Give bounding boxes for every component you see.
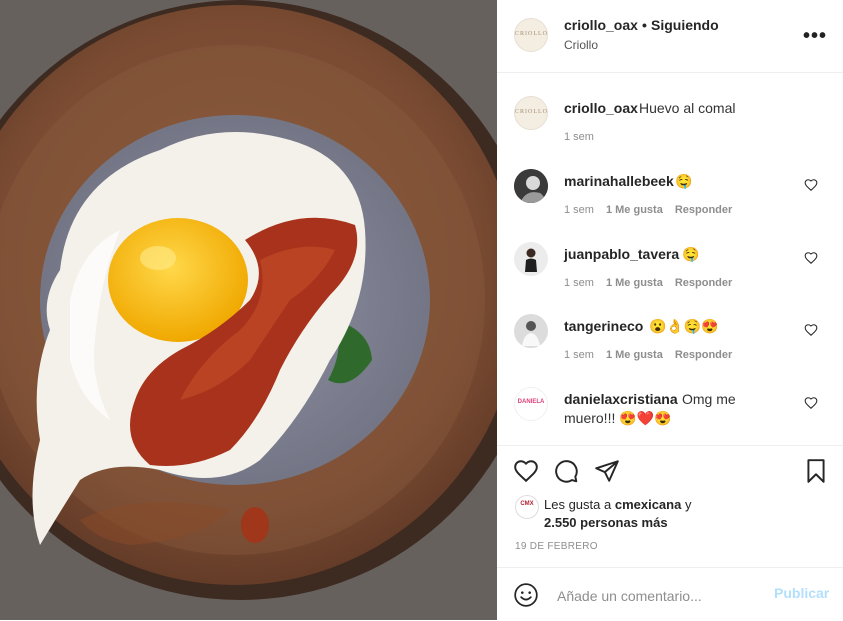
caption-text: Huevo al comal [639,100,736,116]
likes-suffix: y [684,497,692,512]
comment-like-heart-icon[interactable] [804,178,818,192]
post-sidebar: CRIOLLO criollo_oax • Siguiendo Criollo … [497,0,843,620]
caption-username[interactable]: criollo_oax [564,100,638,116]
reply-button[interactable]: Responder [675,204,732,216]
avatar-photo-icon [514,169,548,203]
comment-input[interactable] [555,584,754,608]
instagram-post-view: CRIOLLO criollo_oax • Siguiendo Criollo … [0,0,843,620]
comment-avatar-text: DANIELA [517,399,545,405]
publish-button[interactable]: Publicar [774,585,829,601]
comment-like-heart-icon[interactable] [804,251,818,265]
comment-text: 🤤 [675,173,693,189]
caption-avatar[interactable]: CRIOLLO [514,96,548,130]
comment-icon[interactable] [553,458,579,484]
comment-time[interactable]: 1 sem [564,204,594,216]
comment-meta: 1 sem 1 Me gusta Responder [564,204,732,216]
egg-on-tortilla-photo [0,0,497,620]
comment-meta: 1 sem 1 Me gusta Responder [564,349,732,361]
comment-avatar[interactable] [514,314,548,348]
comment-avatar[interactable] [514,169,548,203]
comment-avatar[interactable] [514,242,548,276]
avatar-photo-icon [514,314,548,348]
post-location[interactable]: Criollo [564,38,598,52]
comment-likes[interactable]: 1 Me gusta [606,349,663,361]
comment-time[interactable]: 1 sem [564,349,594,361]
liker-avatar-text: CMX [520,501,534,507]
emoji-icon[interactable] [513,582,539,608]
author-avatar-text: CRIOLLO [515,31,548,37]
heart-icon[interactable] [513,458,539,484]
comment-likes[interactable]: 1 Me gusta [606,277,663,289]
comment-text: 😮👌🤤😍 [649,318,719,334]
comment-avatar[interactable]: DANIELA [514,387,548,421]
comment-like-heart-icon[interactable] [804,396,818,410]
bookmark-icon[interactable] [803,458,829,484]
post-header: CRIOLLO criollo_oax • Siguiendo Criollo … [497,0,843,73]
reply-button[interactable]: Responder [675,277,732,289]
author-avatar[interactable]: CRIOLLO [514,18,548,52]
share-icon[interactable] [594,458,620,484]
reply-button[interactable]: Responder [675,349,732,361]
comment-likes[interactable]: 1 Me gusta [606,204,663,216]
post-date[interactable]: 19 DE FEBRERO [515,541,598,552]
comment-username[interactable]: tangerineco [564,318,643,334]
header-separator: • [642,17,647,33]
comment-text: 🤤 [682,246,700,262]
caption-time[interactable]: 1 sem [564,131,594,143]
comment-composer: Publicar [497,567,843,621]
comment-text-continued: muero!!! 😍❤️😍 [564,410,672,426]
comment-like-heart-icon[interactable] [804,323,818,337]
author-username[interactable]: criollo_oax [564,17,638,33]
liker-avatar[interactable]: CMX [515,495,539,519]
comment-username[interactable]: juanpablo_tavera [564,246,679,262]
likes-prefix: Les gusta a [544,497,612,512]
actions-divider [497,445,843,446]
avatar-photo-icon [514,242,548,276]
post-photo[interactable] [0,0,497,620]
caption-avatar-text: CRIOLLO [515,109,548,115]
more-options-icon[interactable]: ••• [803,25,827,48]
follow-status-button[interactable]: Siguiendo [651,17,719,33]
liker-username[interactable]: cmexicana [615,497,682,512]
comment-meta: 1 sem 1 Me gusta Responder [564,277,732,289]
post-actions-bar [513,457,833,487]
comment-username[interactable]: danielaxcristiana [564,391,678,407]
likes-summary: Les gusta a cmexicana y [544,497,691,512]
comment-text: Omg me [682,391,736,407]
comment-username[interactable]: marinahallebeek [564,173,674,189]
comment-time[interactable]: 1 sem [564,277,594,289]
likes-count[interactable]: 2.550 personas más [544,515,668,530]
